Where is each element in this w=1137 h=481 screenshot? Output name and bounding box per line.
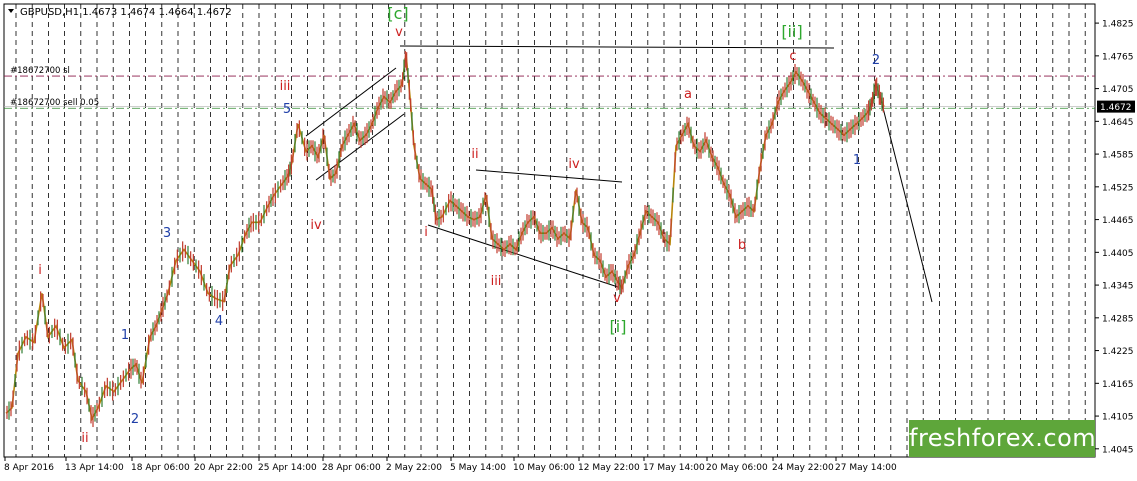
wave-label-red: b	[738, 238, 746, 253]
y-tick-label: 1.4465	[1102, 216, 1134, 226]
wave-label-blue: 2	[872, 53, 880, 68]
y-tick-label: 1.4225	[1102, 347, 1134, 357]
wave-label-green: [ii]	[781, 22, 802, 41]
y-tick-label: 1.4525	[1102, 183, 1134, 193]
x-tick-label: 8 Apr 2016	[4, 463, 54, 473]
wave-label-red: c	[789, 49, 796, 64]
wave-label-red: iv	[568, 157, 580, 172]
x-tick-label: 28 Apr 06:00	[322, 463, 381, 473]
order-line-label: #18672700 sl	[10, 66, 70, 76]
x-tick-label: 10 May 06:00	[513, 463, 575, 473]
y-tick-label: 1.4285	[1102, 314, 1134, 324]
x-tick-label: 2 May 22:00	[386, 463, 442, 473]
wave-label-red: ii	[81, 431, 88, 446]
chart-area: #18672700 sl #18672700 sell 0.05 1.4672 1.…	[0, 0, 1137, 477]
wave-label-blue: 1	[853, 153, 861, 168]
y-tick-label: 1.4585	[1102, 151, 1134, 161]
wave-label-blue: 4	[215, 314, 223, 329]
y-tick-label: 1.4825	[1102, 20, 1134, 30]
x-tick-label: 20 May 06:00	[706, 463, 768, 473]
wave-label-red: iii	[491, 274, 502, 289]
current-price-label: 1.4672	[1100, 103, 1132, 113]
y-tick-label: 1.4705	[1102, 85, 1134, 95]
wave-label-red: i	[38, 263, 42, 278]
wave-label-red: v	[395, 25, 403, 40]
y-tick-label: 1.4405	[1102, 249, 1134, 259]
wave-label-red: iii	[280, 79, 291, 94]
x-tick-label: 12 May 22:00	[578, 463, 640, 473]
x-tick-label: 24 May 22:00	[772, 463, 834, 473]
wave-label-blue: 3	[163, 226, 171, 241]
y-tick-label: 1.4345	[1102, 282, 1134, 292]
y-tick-label: 1.4645	[1102, 118, 1134, 128]
y-tick-label: 1.4765	[1102, 52, 1134, 62]
wave-label-red: iv	[310, 218, 322, 233]
wave-label-blue: 2	[131, 412, 139, 427]
x-tick-label: 17 May 14:00	[643, 463, 705, 473]
wave-label-red: ii	[471, 147, 478, 162]
wave-label-green: [i]	[610, 317, 627, 336]
chart-title: GBPUSD,H1 1.4673 1.4674 1.4664 1.4672	[20, 7, 232, 18]
wave-label-red: v	[613, 291, 621, 306]
x-tick-label: 5 May 14:00	[450, 463, 506, 473]
y-tick-label: 1.4105	[1102, 413, 1134, 423]
price-chart: #18672700 sl#18672700 sell 0.05 1.4672 1.…	[0, 0, 1137, 477]
x-tick-label: 27 May 14:00	[835, 463, 897, 473]
wave-label-red: i	[424, 225, 428, 240]
y-tick-label: 1.4165	[1102, 380, 1134, 390]
x-tick-label: 25 Apr 14:00	[258, 463, 317, 473]
x-tick-label: 20 Apr 22:00	[194, 463, 253, 473]
wave-label-blue: 1	[121, 328, 129, 343]
wave-label-blue: 5	[283, 102, 291, 117]
wave-label-green: [c]	[387, 4, 408, 23]
freshforex-logo: freshforex.com	[909, 420, 1096, 457]
x-tick-label: 13 Apr 14:00	[65, 463, 124, 473]
x-tick-label: 18 Apr 06:00	[131, 463, 190, 473]
wave-label-red: a	[684, 87, 692, 102]
y-tick-label: 1.4045	[1102, 445, 1134, 455]
